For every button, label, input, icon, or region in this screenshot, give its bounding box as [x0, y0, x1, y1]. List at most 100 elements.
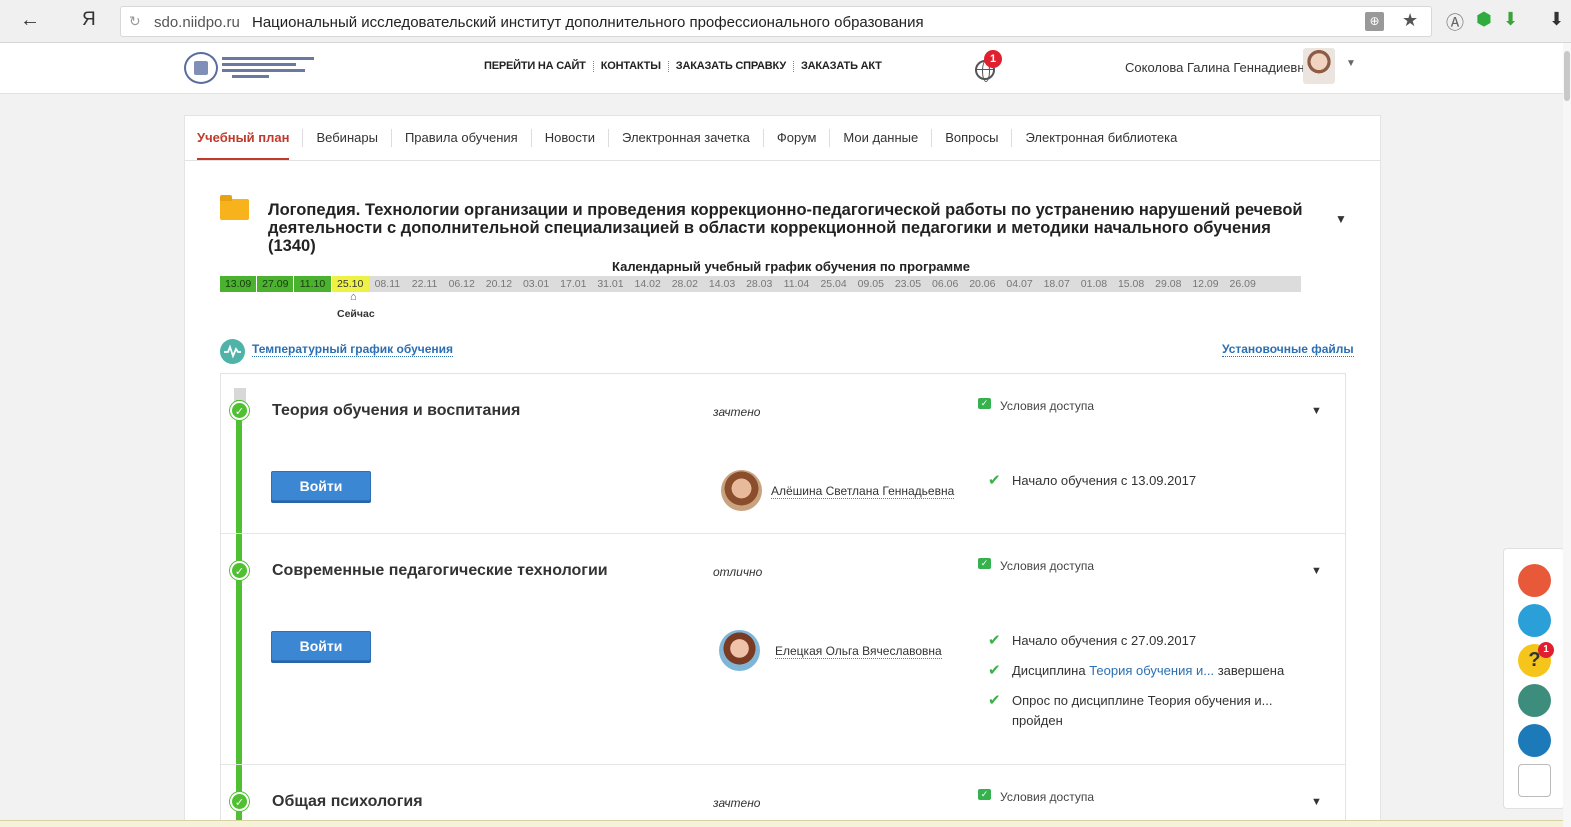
translate-icon[interactable]: ⊕ [1365, 12, 1384, 31]
tab-news[interactable]: Новости [530, 129, 608, 147]
calendar-date-cell: 08.11 [374, 278, 401, 290]
reload-icon[interactable]: ↻ [129, 13, 141, 30]
address-domain: sdo.niidpo.ru [154, 14, 240, 31]
course-item: ✓ Современные педагогические технологии … [221, 534, 1345, 765]
tab-questions[interactable]: Вопросы [931, 129, 1011, 147]
course-chevron-down-icon[interactable]: ▼ [1311, 796, 1322, 808]
course-item: ✓ Общая психология зачтено ✓ Условия дос… [221, 765, 1345, 827]
teacher-avatar[interactable] [721, 470, 762, 511]
teacher-name[interactable]: Елецкая Ольга Вячеславовна [775, 644, 942, 659]
nav-order-certificate[interactable]: ЗАКАЗАТЬ СПРАВКУ [676, 60, 786, 72]
calendar-date-cell: 13.09 [220, 276, 258, 292]
calendar-date-cell: 17.01 [560, 278, 587, 290]
institute-logo[interactable] [184, 52, 316, 84]
course-grade: зачтено [713, 405, 761, 419]
calendar-date-cell: 31.01 [597, 278, 624, 290]
certificate-icon[interactable] [1518, 684, 1551, 717]
teacher-avatar[interactable] [719, 630, 760, 671]
calendar-timeline: 13.09 27.09 11.10 25.10 08.11 22.11 06.12 20.12… [220, 276, 1301, 292]
condition-item: ✔ Дисциплина Теория обучения и... заверш… [988, 662, 1285, 679]
address-bar[interactable]: ↻ sdo.niidpo.ru Национальный исследовате… [120, 6, 1432, 37]
access-conditions-label[interactable]: Условия доступа [1000, 399, 1094, 413]
scrollbar[interactable] [1563, 43, 1571, 827]
bookmark-star-icon[interactable]: ★ [1402, 10, 1418, 31]
now-label: Сейчас [337, 308, 375, 320]
course-list: ✓ Теория обучения и воспитания зачтено ✓… [220, 373, 1346, 827]
main-content: Учебный план Вебинары Правила обучения Н… [184, 115, 1381, 827]
user-name[interactable]: Соколова Галина Геннадиевна [1125, 60, 1312, 75]
access-conditions-label[interactable]: Условия доступа [1000, 559, 1094, 573]
condition-item: ✔ Опрос по дисциплине Теория обучения и.… [988, 692, 1273, 728]
tab-webinars[interactable]: Вебинары [302, 129, 390, 147]
savefrom-extension-icon[interactable]: ⬇ [1503, 9, 1518, 30]
mail-icon[interactable] [1518, 564, 1551, 597]
condition-item: ✔ Начало обучения с 13.09.2017 [988, 472, 1197, 489]
access-check-icon: ✓ [978, 558, 991, 569]
notification-badge: 1 [984, 50, 1002, 68]
program-chevron-down-icon[interactable]: ▼ [1335, 212, 1347, 226]
course-chevron-down-icon[interactable]: ▼ [1311, 405, 1322, 417]
tab-rules[interactable]: Правила обучения [390, 129, 531, 147]
tab-library[interactable]: Электронная библиотека [1011, 129, 1190, 147]
calculator-icon[interactable] [1518, 604, 1551, 637]
folder-icon [220, 195, 249, 220]
tab-gradebook[interactable]: Электронная зачетка [608, 129, 763, 147]
shield-extension-icon[interactable]: ⬢ [1476, 9, 1492, 30]
calendar-date-cell: 03.01 [522, 278, 550, 290]
now-marker-icon: ⌂ [350, 291, 357, 303]
nav-order-act[interactable]: ЗАКАЗАТЬ АКТ [801, 60, 882, 72]
access-conditions-label[interactable]: Условия доступа [1000, 790, 1094, 804]
calendar-date-cell: 14.02 [634, 278, 661, 290]
address-page-title: Национальный исследовательский институт … [252, 14, 924, 31]
calendar-date-cell: 25.10 [331, 276, 369, 292]
calendar-date-cell: 06.06 [932, 278, 959, 290]
completed-check-icon: ✓ [230, 561, 249, 580]
tab-study-plan[interactable]: Учебный план [197, 129, 302, 160]
nav-go-to-site[interactable]: ПЕРЕЙТИ НА САЙТ [484, 60, 586, 72]
course-title: Теория обучения и воспитания [272, 402, 521, 419]
check-icon: ✔ [988, 662, 1001, 679]
tab-forum[interactable]: Форум [762, 129, 830, 147]
chat-icon[interactable] [1518, 724, 1551, 757]
calendar-date-cell: 20.06 [969, 278, 996, 290]
calendar-date-cell: 04.07 [1006, 278, 1033, 290]
section-tabs: Учебный план Вебинары Правила обучения Н… [185, 116, 1380, 161]
downloads-icon[interactable]: ⬇ [1549, 9, 1564, 30]
back-arrow-icon[interactable]: ← [20, 9, 40, 32]
course-item: ✓ Теория обучения и воспитания зачтено ✓… [221, 374, 1345, 534]
user-avatar[interactable] [1303, 48, 1335, 84]
support-person-icon[interactable] [1518, 764, 1551, 797]
course-grade: зачтено [713, 796, 761, 810]
calendar-date-cell: 22.11 [411, 278, 438, 290]
anarchy-extension-icon[interactable]: Ⓐ [1446, 9, 1464, 35]
calendar-date-cell: 29.08 [1155, 278, 1182, 290]
calendar-date-cell: 25.04 [820, 278, 847, 290]
calendar-date-cell: 09.05 [857, 278, 884, 290]
user-menu-chevron-down-icon[interactable]: ▼ [1346, 58, 1356, 69]
setup-files-link[interactable]: Установочные файлы [1222, 342, 1354, 357]
calendar-date-cell: 18.07 [1043, 278, 1070, 290]
program-title: Логопедия. Технологии организации и пров… [268, 201, 1303, 255]
top-nav: ПЕРЕЙТИ НА САЙТ КОНТАКТЫ ЗАКАЗАТЬ СПРАВК… [484, 60, 882, 72]
teacher-name[interactable]: Алёшина Светлана Геннадьевна [771, 484, 955, 499]
nav-contacts[interactable]: КОНТАКТЫ [601, 60, 661, 72]
discipline-link[interactable]: Теория обучения и... [1089, 663, 1214, 678]
calendar-date-cell: 26.09 [1229, 278, 1256, 290]
completed-check-icon: ✓ [230, 792, 249, 811]
enter-course-button[interactable]: Войти [271, 471, 371, 501]
calendar-date-cell: 14.03 [708, 278, 736, 290]
calendar-date-cell: 12.09 [1192, 278, 1219, 290]
calendar-date-cell: 28.03 [746, 278, 773, 290]
course-chevron-down-icon[interactable]: ▼ [1311, 565, 1322, 577]
emblem-icon [184, 52, 218, 84]
yandex-logo-icon[interactable]: Я [82, 9, 96, 31]
enter-course-button[interactable]: Войти [271, 631, 371, 661]
tab-my-data[interactable]: Мои данные [829, 129, 931, 147]
check-icon: ✔ [988, 472, 1001, 489]
calendar-date-cell: 01.08 [1080, 278, 1108, 290]
check-icon: ✔ [988, 632, 1001, 649]
calendar-date-cell: 20.12 [485, 278, 513, 290]
floating-tools-panel: ? 1 [1503, 548, 1565, 809]
calendar-date-cell: 23.05 [894, 278, 922, 290]
temperature-chart-link[interactable]: Температурный график обучения [252, 342, 454, 357]
